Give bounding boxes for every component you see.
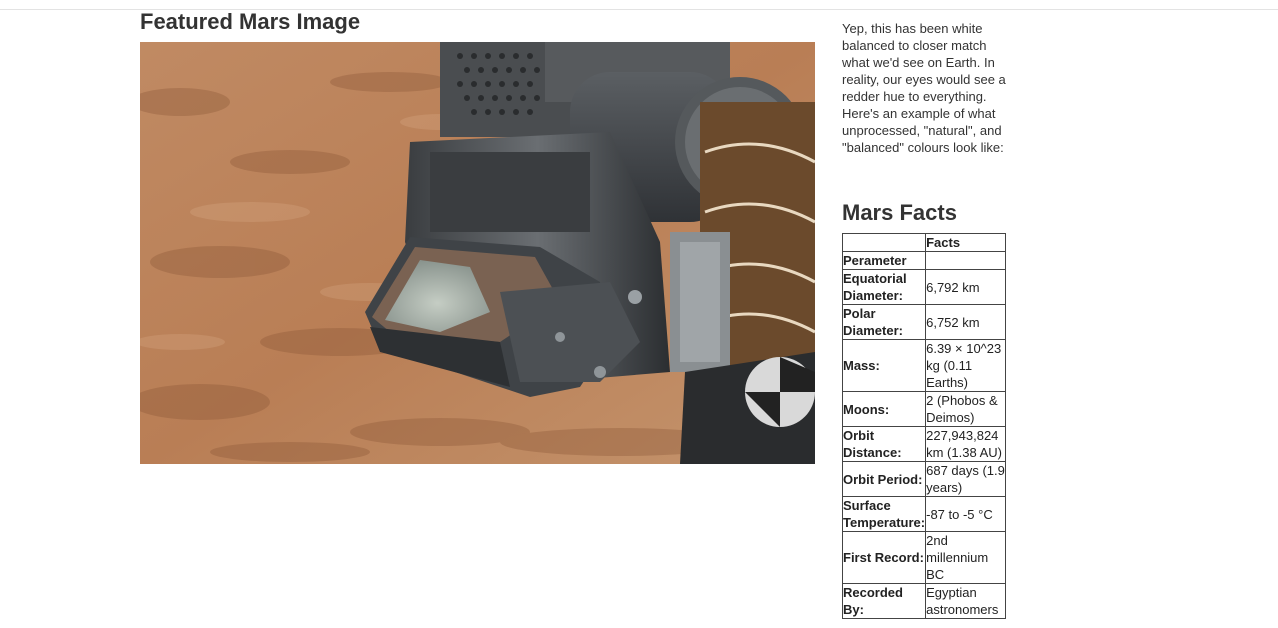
- table-row: Mass: 6.39 × 10^23 kg (0.11 Earths): [841, 339, 1007, 392]
- fact-label: Polar Diameter:: [841, 304, 927, 340]
- table-row: Equatorial Diameter: 6,792 km: [841, 269, 1007, 305]
- white-balance-note: Yep, this has been white balanced to clo…: [842, 21, 1006, 155]
- facts-header-facts: Facts: [925, 233, 1007, 252]
- facts-header-row: Facts: [841, 233, 1007, 252]
- fact-label: Perameter: [841, 251, 927, 270]
- table-row: Orbit Period: 687 days (1.9 years): [841, 461, 1007, 497]
- fact-value: 6,792 km: [925, 269, 1007, 305]
- fact-value: 2 (Phobos & Deimos): [925, 391, 1007, 427]
- fact-value: 6,752 km: [925, 304, 1007, 340]
- fact-value: -87 to -5 °C: [925, 496, 1007, 532]
- fact-label: Recorded By:: [841, 583, 927, 619]
- fact-value: [925, 251, 1007, 270]
- fact-label: First Record:: [841, 531, 927, 584]
- table-row: Moons: 2 (Phobos & Deimos): [841, 391, 1007, 427]
- table-row: Recorded By: Egyptian astronomers: [841, 583, 1007, 619]
- fact-value: 6.39 × 10^23 kg (0.11 Earths): [925, 339, 1007, 392]
- fact-label: Equatorial Diameter:: [841, 269, 927, 305]
- fact-label: Mass:: [841, 339, 927, 392]
- mars-photo-drawing: [140, 42, 815, 464]
- fact-value: 687 days (1.9 years): [925, 461, 1007, 497]
- mars-facts-table: Facts Perameter Equatorial Diameter: 6,7…: [841, 233, 1007, 619]
- table-row: Polar Diameter: 6,752 km: [841, 304, 1007, 340]
- table-row: Perameter: [841, 251, 1007, 270]
- featured-mars-image[interactable]: [140, 42, 815, 464]
- fact-label: Moons:: [841, 391, 927, 427]
- fact-value: 2nd millennium BC: [925, 531, 1007, 584]
- facts-header-blank: [841, 233, 927, 252]
- fact-value: 227,943,824 km (1.38 AU): [925, 426, 1007, 462]
- fact-label: Orbit Distance:: [841, 426, 927, 462]
- fact-label: Surface Temperature:: [841, 496, 927, 532]
- fact-value: Egyptian astronomers: [925, 583, 1007, 619]
- fact-label: Orbit Period:: [841, 461, 927, 497]
- table-row: Surface Temperature: -87 to -5 °C: [841, 496, 1007, 532]
- mars-facts-title: Mars Facts: [842, 200, 957, 225]
- table-row: First Record: 2nd millennium BC: [841, 531, 1007, 584]
- table-row: Orbit Distance: 227,943,824 km (1.38 AU): [841, 426, 1007, 462]
- featured-image-title: Featured Mars Image: [140, 9, 361, 34]
